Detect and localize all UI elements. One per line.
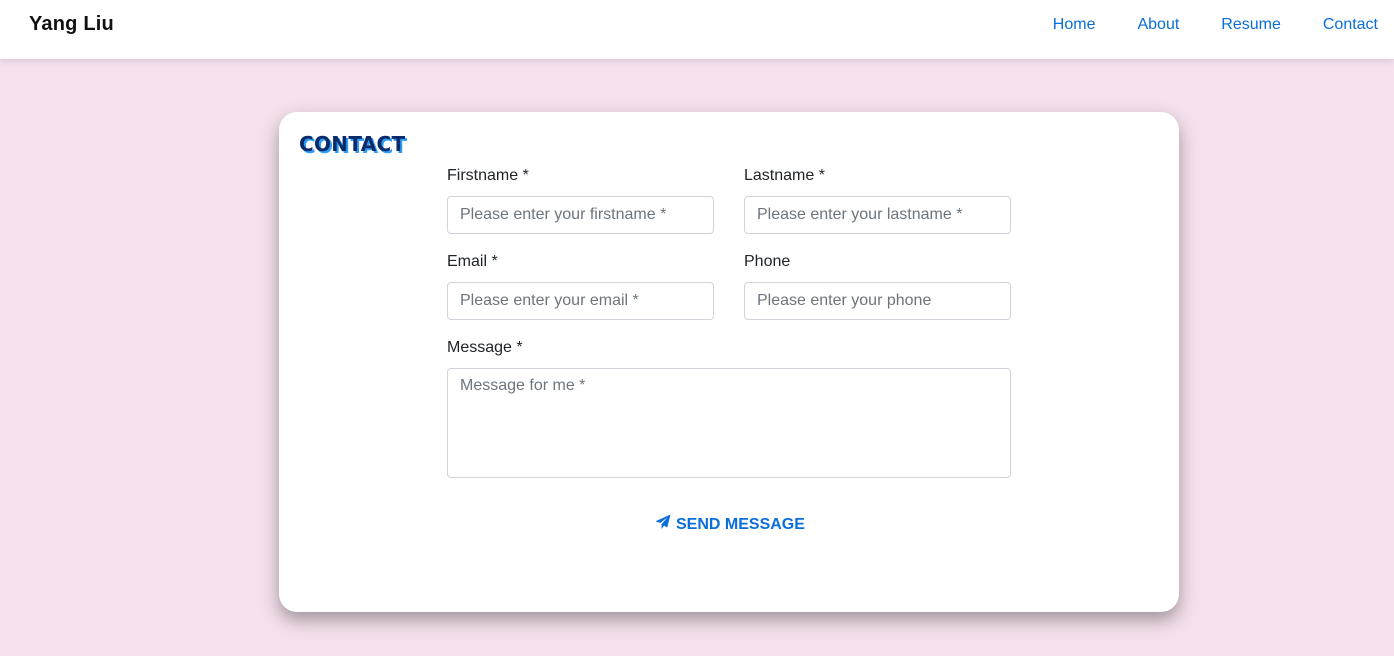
nav-links: Home About Resume Contact	[1011, 16, 1378, 34]
lastname-input[interactable]	[744, 196, 1011, 234]
message-textarea[interactable]	[447, 368, 1011, 478]
navbar: Yang Liu Home About Resume Contact	[0, 0, 1394, 59]
nav-link-home[interactable]: Home	[1053, 16, 1096, 34]
lastname-label: Lastname *	[744, 167, 825, 184]
contact-title: CONTACT	[299, 132, 406, 156]
message-label: Message *	[447, 339, 523, 356]
brand-name[interactable]: Yang Liu	[29, 13, 114, 36]
nav-link-contact[interactable]: Contact	[1323, 16, 1378, 34]
nav-link-about[interactable]: About	[1137, 16, 1179, 34]
firstname-input[interactable]	[447, 196, 714, 234]
paper-plane-icon	[655, 514, 671, 535]
nav-link-resume[interactable]: Resume	[1221, 16, 1281, 34]
email-label: Email *	[447, 253, 498, 270]
contact-card: CONTACT Firstname * Lastname * Email * P…	[279, 112, 1179, 612]
firstname-label: Firstname *	[447, 167, 529, 184]
email-input[interactable]	[447, 282, 714, 320]
send-message-label: SEND MESSAGE	[676, 515, 805, 533]
send-message-button[interactable]: SEND MESSAGE	[655, 514, 805, 535]
phone-input[interactable]	[744, 282, 1011, 320]
phone-label: Phone	[744, 253, 791, 270]
